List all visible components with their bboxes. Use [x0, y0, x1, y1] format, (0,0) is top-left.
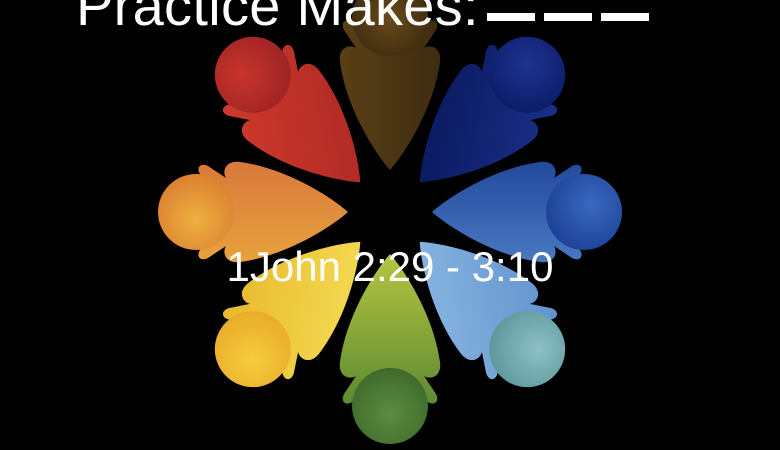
figure-bottom-head [352, 368, 428, 444]
figure-right-head [546, 174, 622, 250]
title-blanks [486, 0, 658, 34]
people-circle-logo [158, 0, 622, 444]
figures-group [158, 0, 622, 444]
page-title: Practice Makes: [76, 0, 658, 34]
scripture-reference: 1John 2:29 - 3:10 [226, 243, 554, 290]
blank-line [543, 13, 592, 21]
figure-left-head [158, 174, 234, 250]
blank-line [486, 13, 535, 21]
title-text: Practice Makes: [76, 0, 479, 37]
blank-line [600, 13, 649, 21]
